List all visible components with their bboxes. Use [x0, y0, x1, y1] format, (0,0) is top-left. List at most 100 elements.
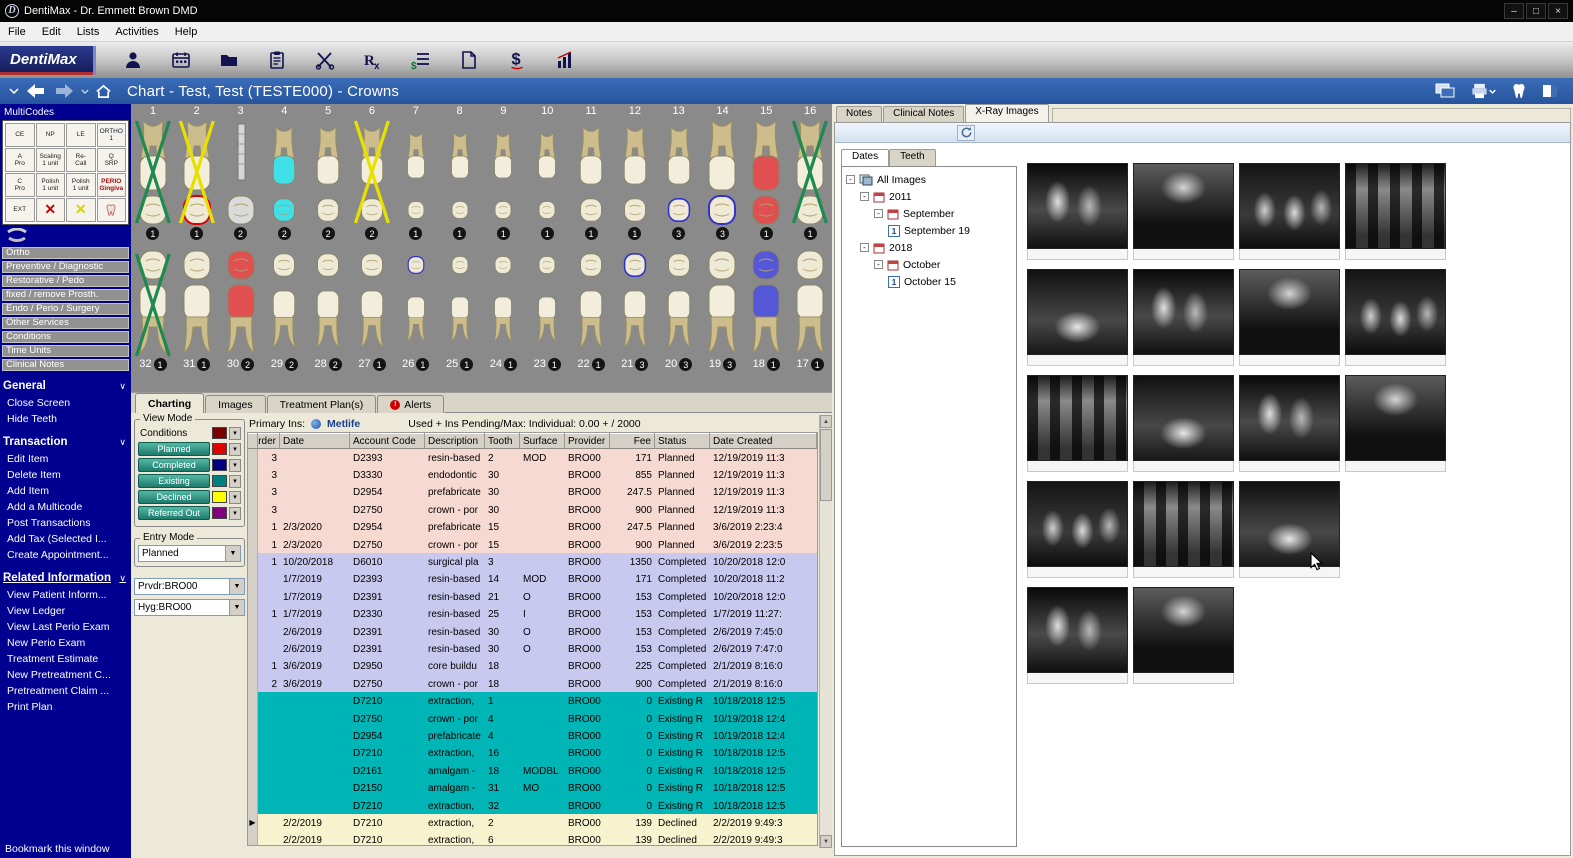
tree-tab-dates[interactable]: Dates [841, 149, 890, 166]
sidebar-item-new-pretreatment-c[interactable]: New Pretreatment C... [2, 667, 129, 683]
section-general[interactable]: General ∨ [3, 380, 126, 392]
xray-image[interactable] [1345, 163, 1446, 249]
tree-collapse-icon[interactable]: - [846, 175, 855, 184]
tree-collapse-icon[interactable]: - [874, 260, 883, 269]
multicode-polish-1-unit[interactable]: Polish 1 unit [66, 173, 96, 197]
color-swatch-declined[interactable] [212, 491, 227, 503]
xray-image[interactable] [1133, 481, 1234, 567]
tooth-2[interactable]: 2 1 [175, 105, 219, 240]
column-header-order[interactable]: Order [258, 433, 280, 449]
multicode-perio-gingiva[interactable]: PERIO Gingiva [96, 173, 126, 197]
viewmode-referred-out-button[interactable]: Referred Out [138, 506, 210, 520]
xray-tab-x-ray-images[interactable]: X-Ray Images [965, 104, 1049, 122]
menu-lists[interactable]: Lists [69, 24, 108, 40]
viewmode-declined-button[interactable]: Declined [138, 490, 210, 504]
color-swatch-conditions[interactable] [212, 427, 227, 439]
xray-thumbnail[interactable] [1345, 163, 1446, 260]
xray-thumbnail[interactable] [1345, 269, 1446, 366]
category-endo-perio-surgery[interactable]: Endo / Perio / Surgery [2, 303, 129, 315]
sidebar-item-hide-teeth[interactable]: Hide Teeth [2, 411, 129, 427]
sidebar-item-post-transactions[interactable]: Post Transactions [2, 515, 129, 531]
table-row[interactable]: 3 D2750 crown - por 30 BRO00 900 Planned 12/19/… [248, 501, 817, 519]
sidebar-item-treatment-estimate[interactable]: Treatment Estimate [2, 651, 129, 667]
category-restorative-pedo[interactable]: Restorative / Pedo [2, 275, 129, 287]
xray-image[interactable] [1345, 269, 1446, 355]
dropdown-arrow-icon[interactable]: ▾ [229, 474, 241, 488]
xray-thumbnail[interactable] [1133, 481, 1234, 578]
table-row[interactable]: 1/7/2019 D2391 resin-based 21 O BRO00 153 Compl… [248, 588, 817, 606]
table-row[interactable]: 1 2/3/2020 D2954 prefabricate 15 BRO00 247.5 Pl… [248, 518, 817, 536]
multicode-ext[interactable]: EXT [5, 198, 35, 222]
sidebar-item-create-appointment[interactable]: Create Appointment... [2, 547, 129, 563]
tooth-25[interactable]: 25 1 [438, 249, 482, 371]
xray-tab-notes[interactable]: Notes [836, 106, 883, 122]
tooth-20[interactable]: 20 3 [657, 249, 701, 371]
dropdown-arrow-icon[interactable]: ▾ [229, 426, 241, 440]
table-row[interactable]: D2750 crown - por 4 BRO00 0 Existing R 10/19/2… [248, 709, 817, 728]
extraction-icon[interactable] [314, 49, 336, 71]
bookmark-window-link[interactable]: Bookmark this window [5, 843, 109, 855]
minimize-button[interactable]: – [1504, 3, 1524, 19]
hygienist-select[interactable]: Hyg:BRO00 ▼ [134, 599, 245, 616]
scroll-up-icon[interactable]: ▲ [820, 415, 832, 428]
table-row[interactable]: 2/6/2019 D2391 resin-based 30 O BRO00 153 Compl… [248, 640, 817, 658]
column-header-date-created[interactable]: Date Created [710, 433, 817, 449]
schedule-icon[interactable] [170, 49, 192, 71]
forward-arrow-icon[interactable] [53, 83, 75, 99]
sidebar-item-edit-item[interactable]: Edit Item [2, 451, 129, 467]
color-swatch-planned[interactable] [212, 443, 227, 455]
document-icon[interactable] [458, 49, 480, 71]
xray-thumbnail[interactable] [1239, 269, 1340, 366]
tooth-16[interactable]: 16 1 [788, 105, 832, 240]
sidebar-item-add-item[interactable]: Add Item [2, 483, 129, 499]
menu-edit[interactable]: Edit [34, 24, 69, 40]
category-ortho[interactable]: Ortho [2, 247, 129, 259]
payment-icon[interactable]: $ [506, 49, 528, 71]
tooth-17[interactable]: 17 1 [788, 249, 832, 371]
table-row[interactable]: 1 1/7/2019 D2330 resin-based 25 I BRO00 153 Comp… [248, 605, 817, 623]
xray-image[interactable] [1133, 587, 1234, 673]
tooth-7[interactable]: 7 1 [394, 105, 438, 240]
table-row[interactable]: D7210 extraction, 32 BRO00 0 Existing R 10/18/… [248, 796, 817, 815]
sidebar-item-print-plan[interactable]: Print Plan [2, 699, 129, 715]
maximize-button[interactable]: □ [1526, 3, 1546, 19]
column-header-description[interactable]: Description [425, 433, 485, 449]
column-header-date[interactable]: Date [280, 433, 350, 449]
print-icon[interactable] [1470, 83, 1496, 99]
tooth-1[interactable]: 1 1 [131, 105, 175, 240]
table-row[interactable]: D2954 prefabricate 4 BRO00 0 Existing R 10/19/… [248, 727, 817, 745]
tab-treatment-plan-s[interactable]: Treatment Plan(s) [266, 395, 377, 413]
table-row[interactable]: 2/6/2019 D2391 resin-based 30 O BRO00 153 Compl… [248, 622, 817, 641]
category-time-units[interactable]: Time Units [2, 345, 129, 357]
tree-node-october-15[interactable]: 1 October 15 [842, 273, 1016, 290]
xray-image[interactable] [1133, 163, 1234, 249]
tooth-28[interactable]: 28 2 [306, 249, 350, 371]
table-row[interactable]: ▶ 2/2/2019 D7210 extraction, 2 BRO00 139 Declin… [248, 814, 817, 832]
xray-thumbnail[interactable] [1027, 375, 1128, 472]
multicode-ce[interactable]: CE [5, 123, 35, 147]
xray-thumbnail[interactable] [1027, 163, 1128, 260]
tooth-15[interactable]: 15 1 [744, 105, 788, 240]
tree-node-september[interactable]: - September [842, 205, 1016, 222]
xray-image[interactable] [1027, 163, 1128, 249]
table-row[interactable]: 1 3/6/2019 D2950 core buildu 18 BRO00 225 Compl… [248, 657, 817, 676]
xray-image[interactable] [1027, 587, 1128, 673]
sidebar-item-view-ledger[interactable]: View Ledger [2, 603, 129, 619]
tooth-32[interactable]: 32 1 [131, 249, 175, 371]
sidebar-item-close-screen[interactable]: Close Screen [2, 395, 129, 411]
color-swatch-existing[interactable] [212, 475, 227, 487]
category-clinical-notes[interactable]: Clinical Notes [2, 359, 129, 371]
xray-thumbnail[interactable] [1133, 375, 1234, 472]
dual-screen-icon[interactable] [1435, 83, 1455, 99]
category-preventive-diagnostic[interactable]: Preventive / Diagnostic [2, 261, 129, 273]
table-row[interactable]: 1 2/3/2020 D2750 crown - por 15 BRO00 900 Plann… [248, 535, 817, 554]
tooth-18[interactable]: 18 1 [744, 249, 788, 371]
panel-toggle-icon[interactable] [1542, 84, 1558, 98]
dropdown-arrow-icon[interactable]: ▾ [229, 442, 241, 456]
section-related-information[interactable]: Related Information ∨ [3, 572, 126, 584]
category-other-services[interactable]: Other Services [2, 317, 129, 329]
tree-node-2011[interactable]: - 2011 [842, 188, 1016, 205]
xray-thumbnail[interactable] [1239, 481, 1340, 578]
xray-image[interactable] [1133, 375, 1234, 461]
insurance-carrier[interactable]: Metlife [327, 418, 360, 430]
